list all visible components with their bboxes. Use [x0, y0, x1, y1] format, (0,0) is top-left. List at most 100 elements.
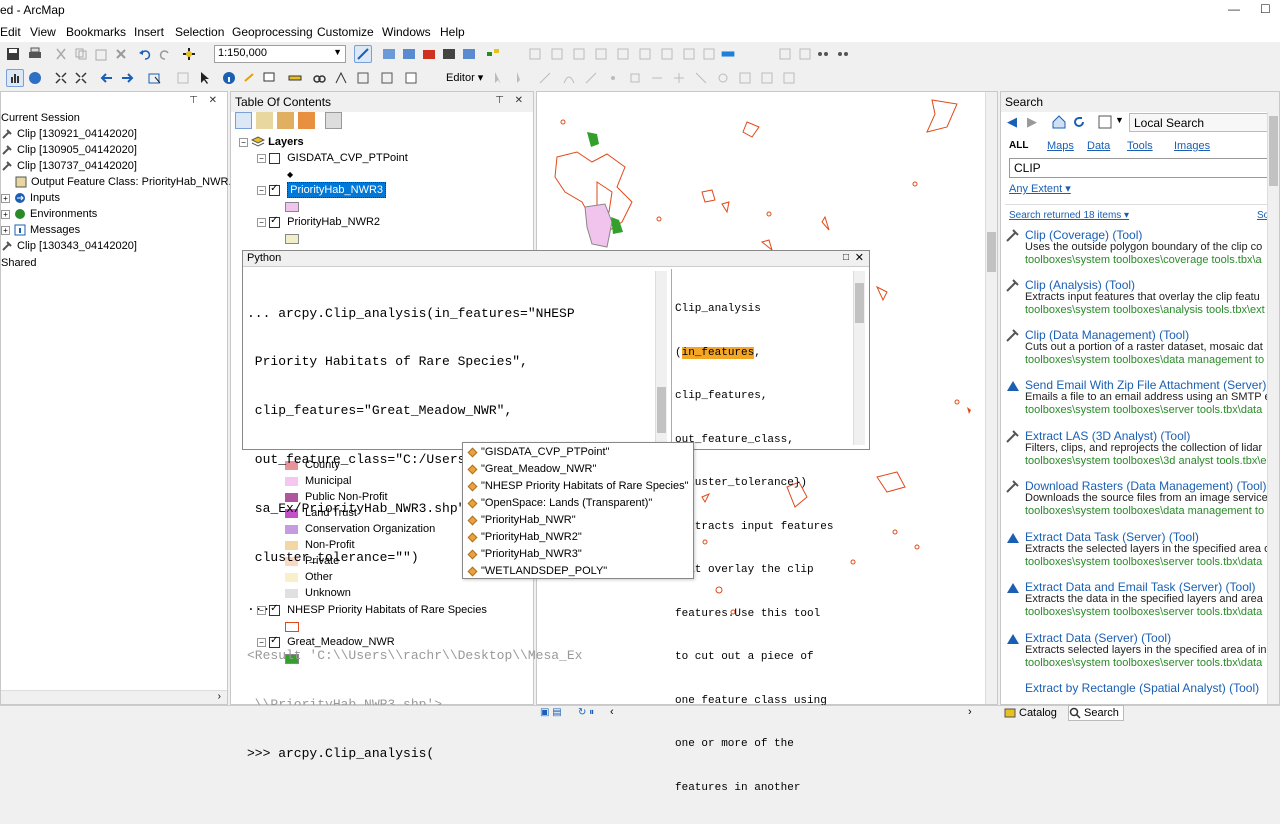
scroll-right-icon[interactable]: › [218, 691, 221, 702]
expand-icon[interactable]: + [1, 209, 10, 219]
toc-layers-root[interactable]: − Layers [239, 136, 304, 148]
chevron-down-icon[interactable]: ▼ [1115, 115, 1124, 125]
layout-tool-3-icon[interactable] [592, 45, 610, 63]
autocomplete-item[interactable]: "Great_Meadow_NWR" [467, 463, 596, 475]
expand-icon[interactable]: + [1, 225, 10, 235]
measure-icon[interactable] [286, 69, 304, 87]
paste-icon[interactable] [92, 45, 110, 63]
save-icon[interactable] [4, 45, 22, 63]
full-extent-icon[interactable] [26, 69, 44, 87]
cut-icon[interactable] [52, 45, 70, 63]
menu-insert[interactable]: Insert [134, 25, 164, 39]
scroll-left-icon[interactable]: ‹ [610, 706, 614, 718]
list-by-selection-icon[interactable] [298, 112, 315, 129]
prompt-line[interactable]: >>> arcpy.Clip_analysis( [247, 746, 655, 762]
menu-bookmarks[interactable]: Bookmarks [66, 25, 126, 39]
layout-tool-6-icon[interactable] [658, 45, 676, 63]
modelbuilder-icon[interactable] [484, 45, 502, 63]
edit-vertices-icon[interactable] [626, 69, 644, 87]
point-icon[interactable] [604, 69, 622, 87]
home-icon[interactable] [1051, 114, 1067, 130]
clear-selection-icon[interactable] [174, 69, 192, 87]
data-view-icon[interactable] [776, 45, 794, 63]
maximize-icon[interactable]: □ [843, 252, 849, 263]
refresh-icon[interactable] [1071, 114, 1087, 130]
code-vscrollbar[interactable] [655, 271, 667, 445]
results-current-session[interactable]: Current Session [1, 112, 80, 124]
menu-edit[interactable]: Edit [0, 25, 21, 39]
redo-icon[interactable] [156, 45, 174, 63]
arctoolbox-icon[interactable] [420, 45, 438, 63]
expand-icon[interactable]: + [1, 193, 10, 203]
maximize-button[interactable]: ☐ [1260, 2, 1271, 16]
scroll-thumb[interactable] [987, 232, 996, 272]
create-features-icon[interactable] [780, 69, 798, 87]
copy-icon[interactable] [72, 45, 90, 63]
layout-view-icon[interactable] [796, 45, 814, 63]
list-by-source-icon[interactable] [256, 112, 273, 129]
autocomplete-item[interactable]: "PriorityHab_NWR3" [467, 548, 582, 560]
list-by-drawing-order-icon[interactable] [235, 112, 252, 129]
layer-visibility-checkbox[interactable] [269, 215, 281, 228]
autocomplete-item[interactable]: "NHESP Priority Habitats of Rare Species… [467, 480, 689, 492]
search-options-icon[interactable] [1097, 114, 1113, 130]
filter-maps[interactable]: Maps [1047, 140, 1087, 152]
autocomplete-item[interactable]: "PriorityHab_NWR2" [467, 531, 582, 543]
search-result-download-rasters[interactable]: Download Rasters (Data Management) (Tool… [1005, 479, 1279, 519]
endpoint-arc-icon[interactable] [560, 69, 578, 87]
layout-view-icon[interactable]: ▣ ▤ [540, 707, 562, 718]
split-icon[interactable] [692, 69, 710, 87]
go-to-xy-icon[interactable] [354, 69, 372, 87]
editor-toolbar-icon[interactable] [354, 45, 372, 63]
results-shared[interactable]: Shared [1, 257, 36, 269]
toc-layer-priorityhab-nwr3[interactable]: − PriorityHab_NWR3 [257, 182, 387, 198]
autocomplete-item[interactable]: "GISDATA_CVP_PTPoint" [467, 446, 609, 458]
search-result-extract-las[interactable]: Extract LAS (3D Analyst) (Tool) Filters,… [1005, 429, 1279, 469]
search-result-extract-by-rectangle[interactable]: Extract by Rectangle (Spatial Analyst) (… [1005, 681, 1279, 701]
polygon-symbol-swatch[interactable] [285, 202, 299, 212]
color-swatch-icon[interactable] [716, 45, 740, 63]
filter-data[interactable]: Data [1087, 140, 1127, 152]
layout-tool-7-icon[interactable] [680, 45, 698, 63]
autocomplete-item[interactable]: "WETLANDSDEP_POLY" [467, 565, 607, 577]
forward-arrow-icon[interactable]: ▶ [1027, 114, 1037, 130]
help-vscrollbar[interactable] [853, 271, 865, 445]
back-extent-icon[interactable] [98, 69, 116, 87]
results-clip-130343[interactable]: Clip [130343_04142020] [1, 240, 137, 252]
select-features-icon[interactable] [146, 69, 164, 87]
collapse-icon[interactable]: − [239, 137, 248, 147]
forward-extent-icon[interactable] [118, 69, 136, 87]
filter-all[interactable]: ALL [1009, 140, 1047, 152]
results-clip-130737[interactable]: Clip [130737_04142020] [1, 160, 137, 172]
refresh-view-icon[interactable]: ↻ ⏸ [578, 707, 594, 718]
delete-icon[interactable] [112, 45, 130, 63]
autocomplete-item[interactable]: "PriorityHab_NWR" [467, 514, 576, 526]
sketch-properties-icon[interactable] [758, 69, 776, 87]
catalog-window-icon[interactable] [380, 45, 398, 63]
results-environments[interactable]: + Environments [1, 208, 97, 220]
layout-tool-icon[interactable] [548, 45, 566, 63]
fixed-zoom-out-icon[interactable] [72, 69, 90, 87]
reshape-icon[interactable] [648, 69, 666, 87]
toc-options-icon[interactable] [325, 112, 342, 129]
html-popup-icon[interactable] [260, 69, 278, 87]
tab-catalog[interactable]: Catalog [1004, 705, 1068, 721]
results-clip-130921[interactable]: Clip [130921_04142020] [1, 128, 137, 140]
menu-geoprocessing[interactable]: Geoprocessing [232, 25, 313, 39]
search-result-count[interactable]: Search returned 18 items ▾ [1009, 210, 1129, 221]
menu-selection[interactable]: Selection [175, 25, 224, 39]
search-input[interactable]: CLIP [1009, 158, 1275, 178]
local-search-select[interactable]: Local Search [1129, 113, 1279, 132]
find-route-icon[interactable] [332, 69, 350, 87]
search-result-extract-data[interactable]: Extract Data (Server) (Tool) Extracts se… [1005, 631, 1279, 671]
undo-icon[interactable] [136, 45, 154, 63]
scroll-thumb[interactable] [657, 387, 666, 433]
fixed-zoom-in-icon[interactable] [52, 69, 70, 87]
layout-tool-4-icon[interactable] [614, 45, 632, 63]
layer-visibility-checkbox[interactable] [269, 152, 281, 164]
splitter[interactable] [671, 269, 672, 447]
filter-images[interactable]: Images [1174, 140, 1210, 152]
editor-menu[interactable]: Editor ▾ [446, 71, 483, 84]
autocomplete-item[interactable]: "OpenSpace: Lands (Transparent)" [467, 497, 652, 509]
hyperlink-icon[interactable] [240, 69, 258, 87]
